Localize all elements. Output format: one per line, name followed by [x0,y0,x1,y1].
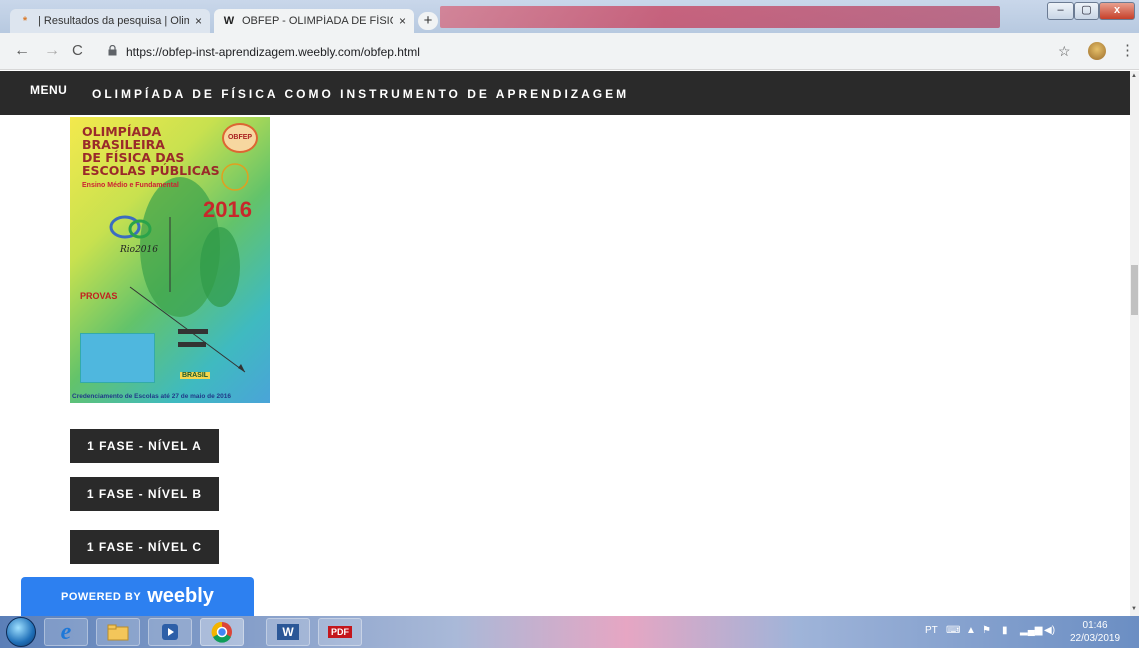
fase-nivel-c-button[interactable]: 1 FASE - NÍVEL C [70,530,219,564]
taskbar-word[interactable]: W [266,618,310,646]
new-tab-button[interactable]: + [418,12,438,30]
network-signal-icon[interactable]: ▂▄▆ [1020,625,1042,636]
extension-icon[interactable] [1088,42,1106,60]
lock-icon [108,45,117,56]
internet-explorer-icon: e [60,618,72,645]
browser-toolbar: ← → C https://obfep-inst-aprendizagem.we… [0,33,1139,70]
weebly-favicon-icon: W [223,15,235,27]
web-page: MENU OLIMPÍADA DE FÍSICA COMO INSTRUMENT… [0,71,1130,616]
word-icon: W [277,624,299,640]
clock-time: 01:46 [1082,620,1108,631]
tab-close-icon[interactable]: × [399,14,406,28]
poster-credenciamento: Credenciamento de Escolas até 27 de maio… [72,393,231,400]
acrobat-pdf-icon: PDF [328,626,352,638]
powered-by-label: POWERED BY [61,590,142,603]
tab-title: | Resultados da pesquisa | Olimp [38,15,189,27]
site-header: MENU OLIMPÍADA DE FÍSICA COMO INSTRUMENT… [0,71,1130,115]
windows-taskbar: e W PDF PT ⌨ ▲ ⚑ ▮ ▂▄▆ ◀) 01:46 22/03/20… [0,616,1139,648]
scrollbar-thumb[interactable] [1131,265,1138,315]
scroll-up-arrow-icon[interactable]: ▲ [1131,73,1137,79]
tab-title: OBFEP - OLIMPÍADA DE FÍSICA C [242,15,393,27]
tab-obfep[interactable]: W OBFEP - OLIMPÍADA DE FÍSICA C × [214,9,414,33]
tray-expand-icon[interactable]: ▲ [966,625,976,636]
media-player-icon [162,624,178,640]
screen: * | Resultados da pesquisa | Olimp × W O… [0,0,1139,648]
obfep-poster-image: OLIMPÍADA BRASILEIRA DE FÍSICA DAS ESCOL… [70,117,270,403]
browser-tab-strip: * | Resultados da pesquisa | Olimp × W O… [0,0,1139,33]
tray-language[interactable]: PT [925,625,938,636]
weebly-logo: weebly [147,585,214,607]
taskbar-chrome[interactable] [200,618,244,646]
poster-subtitle: Ensino Médio e Fundamental [82,182,179,189]
action-center-flag-icon[interactable]: ⚑ [982,625,991,636]
powered-by-weebly-badge[interactable]: POWERED BY weebly [21,577,254,616]
taskbar-file-explorer[interactable] [96,618,140,646]
forward-button[interactable]: → [44,42,60,60]
fase-nivel-a-button[interactable]: 1 FASE - NÍVEL A [70,429,219,463]
power-icon[interactable]: ▮ [1002,625,1008,636]
bookmark-star-icon[interactable]: ☆ [1058,43,1071,60]
close-window-button[interactable]: x [1099,2,1135,20]
keyboard-icon[interactable]: ⌨ [946,625,960,636]
tab-search-results[interactable]: * | Resultados da pesquisa | Olimp × [10,9,210,33]
taskbar-acrobat[interactable]: PDF [318,618,362,646]
poster-info-box [80,333,155,383]
address-bar[interactable]: https://obfep-inst-aprendizagem.weebly.c… [102,39,1082,65]
brasil-logo: BRASIL [180,372,211,379]
poster-provas: PROVAS [80,291,118,301]
start-button[interactable] [6,617,36,647]
scroll-down-arrow-icon[interactable]: ▼ [1131,606,1137,612]
browser-menu-icon[interactable]: ⋮ [1120,41,1135,59]
taskbar-internet-explorer[interactable]: e [44,618,88,646]
fase-nivel-b-button[interactable]: 1 FASE - NÍVEL B [70,477,219,511]
reload-button[interactable]: C [72,42,83,59]
menu-button[interactable]: MENU [30,83,67,97]
obfep-badge: OBFEP [222,123,258,153]
tab-close-icon[interactable]: × [195,14,202,28]
background-window-title [440,6,1000,28]
poster-title: OLIMPÍADA BRASILEIRA DE FÍSICA DAS ESCOL… [82,124,220,178]
maximize-button[interactable]: ▢ [1074,2,1099,20]
taskbar-media-player[interactable] [148,618,192,646]
minimize-button[interactable]: – [1047,2,1074,20]
poster-year: 2016 [203,197,252,222]
tab-favicon-icon: * [22,15,28,27]
clock-date: 22/03/2019 [1070,633,1121,644]
system-clock[interactable]: 01:46 22/03/2019 [1070,619,1120,645]
back-button[interactable]: ← [14,42,30,60]
url-text: https://obfep-inst-aprendizagem.weebly.c… [126,45,420,59]
volume-icon[interactable]: ◀) [1044,625,1055,636]
rio-logo: Rio2016 [120,245,158,255]
folder-icon [107,624,129,641]
page-scrollbar[interactable]: ▲ ▼ [1130,71,1139,616]
chrome-icon [211,621,232,643]
site-title[interactable]: OLIMPÍADA DE FÍSICA COMO INSTRUMENTO DE … [92,87,629,101]
